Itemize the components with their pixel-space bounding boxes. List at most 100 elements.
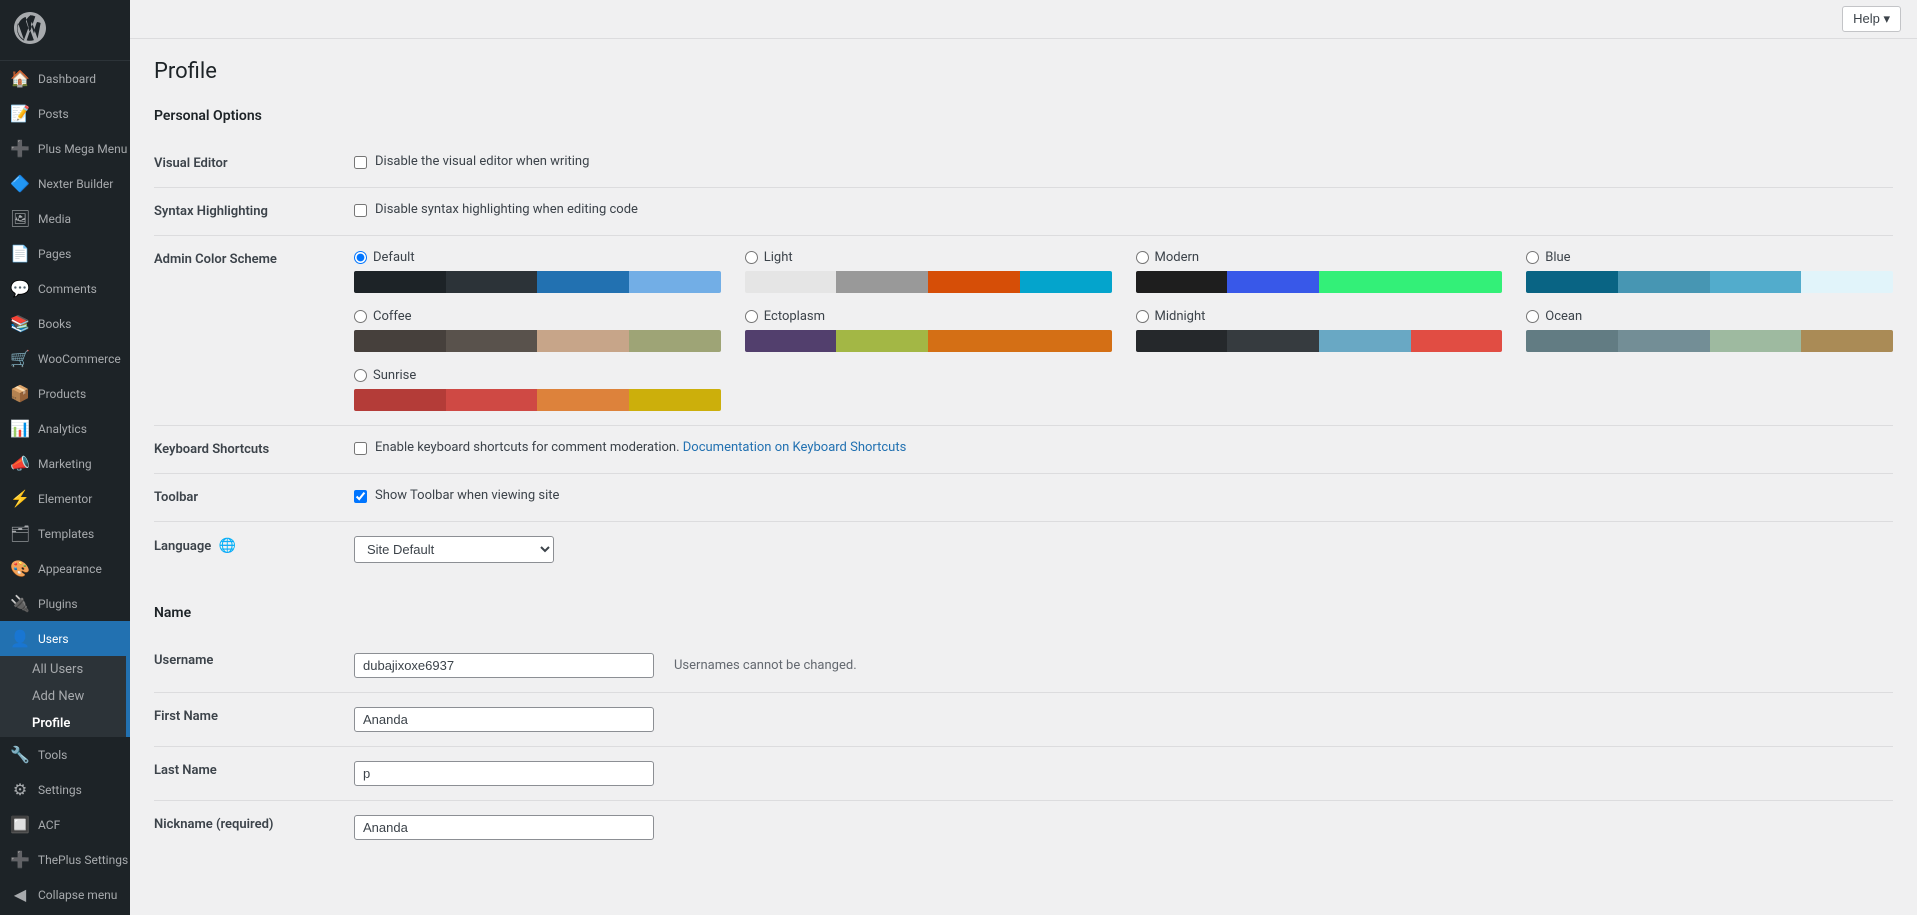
- sidebar-item-label: Plugins: [38, 597, 78, 611]
- marketing-icon: 📣: [10, 454, 30, 473]
- sidebar-item-plugins[interactable]: 🔌Plugins: [0, 586, 130, 621]
- sidebar-item-label: Appearance: [38, 562, 102, 576]
- pages-icon: 📄: [10, 244, 30, 263]
- keyboard-shortcuts-checkbox-label: Enable keyboard shortcuts for comment mo…: [375, 440, 906, 455]
- color-scheme-label-coffee: Coffee: [354, 309, 721, 324]
- sidebar-item-label: Dashboard: [38, 72, 96, 86]
- visual-editor-checkbox[interactable]: [354, 156, 367, 169]
- sidebar-item-label: Media: [38, 212, 71, 226]
- toolbar-checkbox-row: Show Toolbar when viewing site: [354, 488, 1893, 503]
- color-scheme-grid: Default Light Modern Blue Coffee Ectoplasm Mid…: [354, 250, 1893, 411]
- sidebar-item-marketing[interactable]: 📣Marketing: [0, 446, 130, 481]
- users-icon: 👤: [10, 629, 30, 648]
- nickname-label: Nickname (required): [154, 801, 354, 855]
- sidebar-subitem-add-new[interactable]: Add New: [0, 683, 130, 710]
- color-scheme-default[interactable]: Default: [354, 250, 721, 293]
- sidebar-item-tools[interactable]: 🔧Tools: [0, 737, 130, 772]
- sidebar-item-label: Posts: [38, 107, 69, 121]
- sidebar-item-books[interactable]: 📚 Books: [0, 306, 130, 341]
- color-scheme-label-default: Default: [354, 250, 721, 265]
- sidebar-item-products[interactable]: 📦Products: [0, 376, 130, 411]
- color-scheme-coffee[interactable]: Coffee: [354, 309, 721, 352]
- syntax-highlighting-checkbox-label[interactable]: Disable syntax highlighting when editing…: [375, 202, 638, 217]
- color-scheme-radio-ectoplasm[interactable]: [745, 310, 758, 323]
- appearance-icon: 🎨: [10, 559, 30, 578]
- color-scheme-ectoplasm[interactable]: Ectoplasm: [745, 309, 1112, 352]
- language-select[interactable]: Site Default: [354, 536, 554, 563]
- language-icon: 🌐: [219, 538, 236, 554]
- sidebar-item-plus-mega-menu[interactable]: ➕Plus Mega Menu: [0, 131, 130, 166]
- sidebar-item-label: ACF: [38, 818, 60, 832]
- sidebar-item-label: Elementor: [38, 492, 92, 506]
- color-scheme-radio-sunrise[interactable]: [354, 369, 367, 382]
- color-scheme-label: Admin Color Scheme: [154, 236, 354, 426]
- color-scheme-blue[interactable]: Blue: [1526, 250, 1893, 293]
- toolbar-checkbox-label[interactable]: Show Toolbar when viewing site: [375, 488, 559, 503]
- color-swatch-modern: [1136, 271, 1503, 293]
- syntax-highlighting-checkbox-row: Disable syntax highlighting when editing…: [354, 202, 1893, 217]
- sidebar-item-dashboard[interactable]: 🏠 Dashboard: [0, 61, 130, 96]
- color-scheme-label-blue: Blue: [1526, 250, 1893, 265]
- color-scheme-light[interactable]: Light: [745, 250, 1112, 293]
- sidebar-item-label: Pages: [38, 247, 71, 261]
- sidebar-item-nexter-builder[interactable]: 🔷Nexter Builder: [0, 166, 130, 201]
- keyboard-shortcuts-doc-link[interactable]: Documentation on Keyboard Shortcuts: [683, 440, 907, 455]
- first-name-label: First Name: [154, 693, 354, 747]
- visual-editor-checkbox-label[interactable]: Disable the visual editor when writing: [375, 154, 589, 169]
- keyboard-shortcuts-row: Keyboard Shortcuts Enable keyboard short…: [154, 426, 1893, 474]
- last-name-input[interactable]: [354, 761, 654, 786]
- color-swatch-coffee: [354, 330, 721, 352]
- sidebar-item-users[interactable]: 👤Users: [0, 621, 130, 656]
- media-icon: 🖼: [10, 209, 30, 228]
- books-icon: 📚: [10, 314, 30, 333]
- sidebar-subitem-profile[interactable]: Profile: [0, 710, 130, 737]
- sidebar-item-posts[interactable]: 📝Posts: [0, 96, 130, 131]
- color-scheme-radio-midnight[interactable]: [1136, 310, 1149, 323]
- first-name-input[interactable]: [354, 707, 654, 732]
- analytics-icon: 📊: [10, 419, 30, 438]
- comments-icon: 💬: [10, 279, 30, 298]
- name-table: Username Usernames cannot be changed. Fi…: [154, 637, 1893, 854]
- toolbar-checkbox[interactable]: [354, 490, 367, 503]
- sidebar-item-label: Books: [38, 317, 71, 331]
- sidebar-item-analytics[interactable]: 📊Analytics: [0, 411, 130, 446]
- sidebar-item-woocommerce[interactable]: 🛒WooCommerce: [0, 341, 130, 376]
- visual-editor-row: Visual Editor Disable the visual editor …: [154, 140, 1893, 188]
- sidebar-item-acf[interactable]: 🔲ACF: [0, 807, 130, 842]
- sidebar-item-pages[interactable]: 📄 Pages: [0, 236, 130, 271]
- color-scheme-radio-blue[interactable]: [1526, 251, 1539, 264]
- keyboard-shortcuts-checkbox-row: Enable keyboard shortcuts for comment mo…: [354, 440, 1893, 455]
- sidebar-item-theplus-settings[interactable]: ➕ThePlus Settings: [0, 842, 130, 877]
- color-scheme-ocean[interactable]: Ocean: [1526, 309, 1893, 352]
- username-row: Username Usernames cannot be changed.: [154, 637, 1893, 693]
- color-scheme-modern[interactable]: Modern: [1136, 250, 1503, 293]
- dashboard-icon: 🏠: [10, 69, 30, 88]
- color-scheme-radio-coffee[interactable]: [354, 310, 367, 323]
- color-scheme-radio-modern[interactable]: [1136, 251, 1149, 264]
- sidebar: 🏠 Dashboard 📝Posts➕Plus Mega Menu🔷Nexter B…: [0, 0, 130, 915]
- color-swatch-light: [745, 271, 1112, 293]
- sidebar-item-comments[interactable]: 💬Comments: [0, 271, 130, 306]
- settings-icon: ⚙: [10, 780, 30, 799]
- color-scheme-radio-default[interactable]: [354, 251, 367, 264]
- sidebar-item-templates[interactable]: 🗂Templates: [0, 516, 130, 551]
- help-button[interactable]: Help ▾: [1842, 6, 1901, 32]
- keyboard-shortcuts-checkbox[interactable]: [354, 442, 367, 455]
- products-icon: 📦: [10, 384, 30, 403]
- sidebar-item-settings[interactable]: ⚙Settings: [0, 772, 130, 807]
- sidebar-item-media[interactable]: 🖼 Media: [0, 201, 130, 236]
- color-swatch-ectoplasm: [745, 330, 1112, 352]
- color-scheme-midnight[interactable]: Midnight: [1136, 309, 1503, 352]
- color-scheme-label-sunrise: Sunrise: [354, 368, 721, 383]
- nickname-input[interactable]: [354, 815, 654, 840]
- sidebar-item-collapse[interactable]: ◀Collapse menu: [0, 877, 130, 912]
- first-name-row: First Name: [154, 693, 1893, 747]
- color-scheme-radio-ocean[interactable]: [1526, 310, 1539, 323]
- color-scheme-label-midnight: Midnight: [1136, 309, 1503, 324]
- color-scheme-sunrise[interactable]: Sunrise: [354, 368, 721, 411]
- syntax-highlighting-checkbox[interactable]: [354, 204, 367, 217]
- sidebar-item-appearance[interactable]: 🎨 Appearance: [0, 551, 130, 586]
- sidebar-item-elementor[interactable]: ⚡Elementor: [0, 481, 130, 516]
- color-scheme-radio-light[interactable]: [745, 251, 758, 264]
- sidebar-subitem-all-users[interactable]: All Users: [0, 656, 130, 683]
